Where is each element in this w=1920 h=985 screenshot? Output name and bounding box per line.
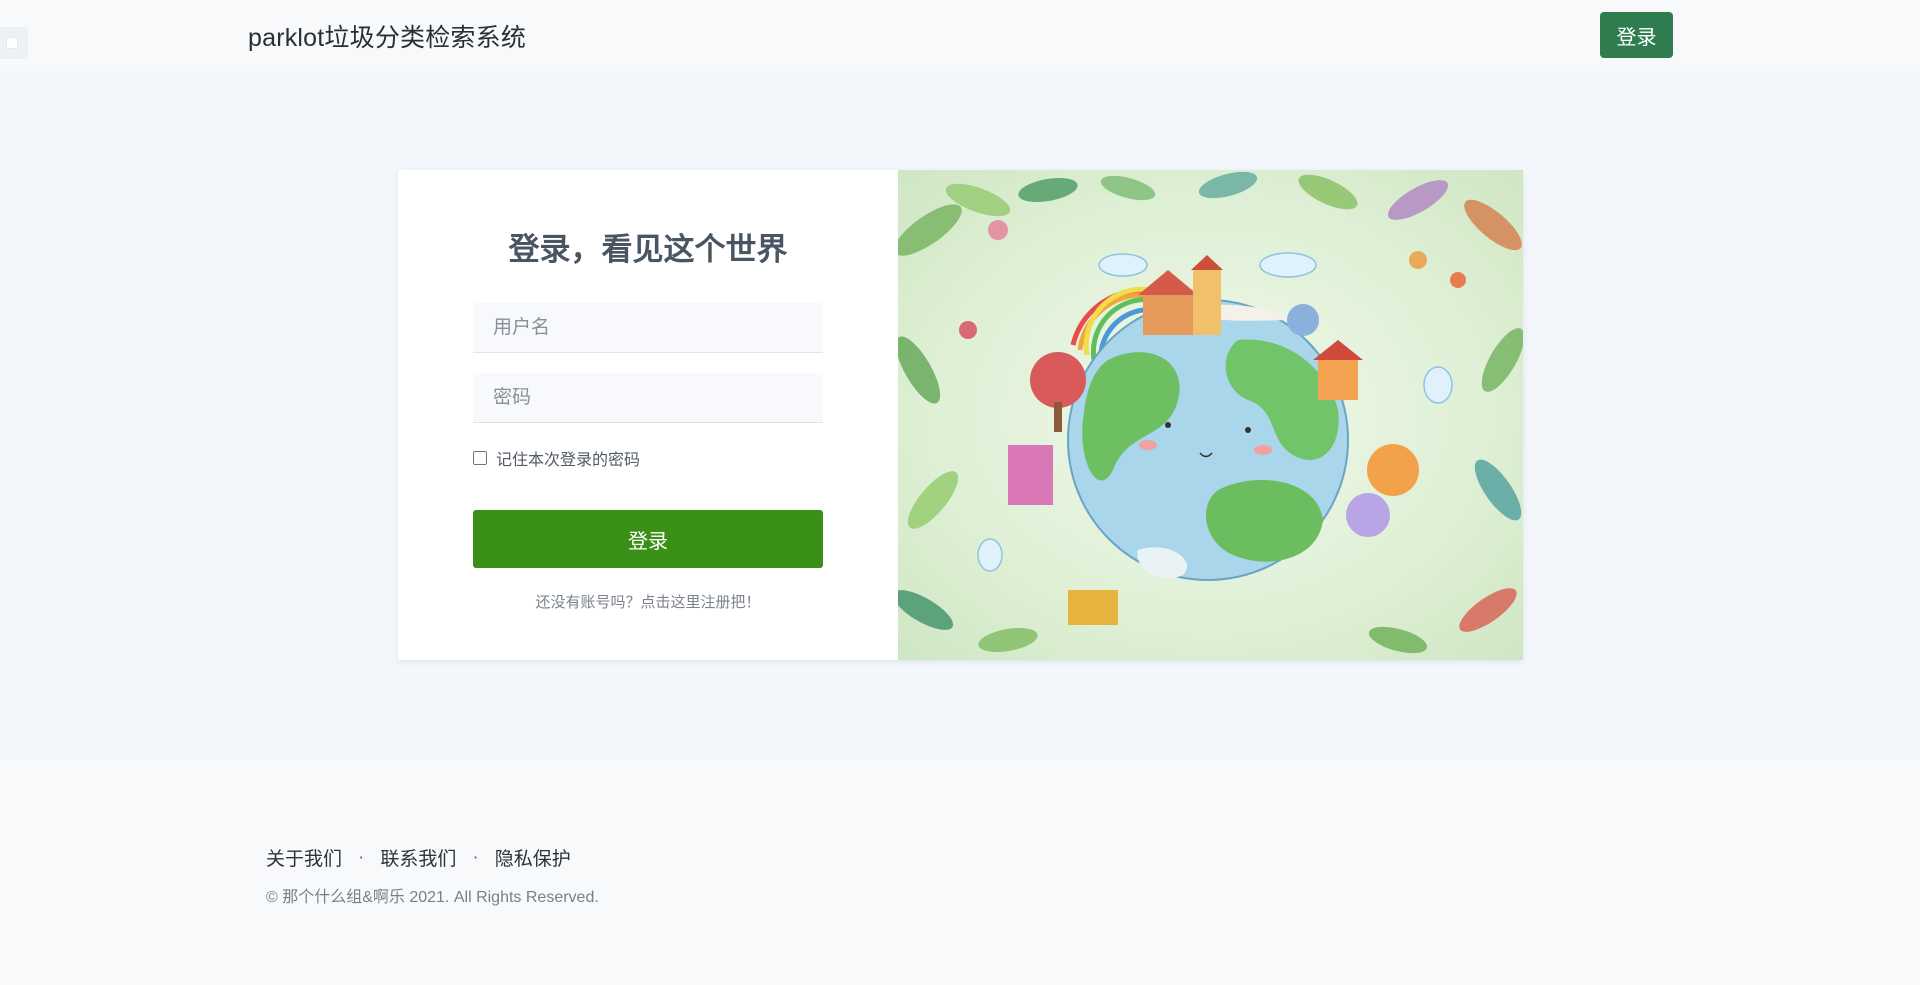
checkbox-icon[interactable] xyxy=(473,451,487,465)
sidebar-toggle[interactable] xyxy=(0,27,28,59)
footer: 关于我们 · 联系我们 · 隐私保护 © 那个什么组&啊乐 2021. All … xyxy=(0,760,1920,985)
remember-password[interactable]: 记住本次登录的密码 xyxy=(473,446,640,470)
footer-separator: · xyxy=(472,846,479,868)
earth-illustration xyxy=(898,170,1523,660)
square-icon xyxy=(6,37,18,49)
login-card: 登录，看见这个世界 记住本次登录的密码 登录 还没有账号吗？点击这里注册把！ xyxy=(398,170,1523,660)
remember-label: 记住本次登录的密码 xyxy=(496,452,641,469)
username-input[interactable] xyxy=(473,303,823,353)
password-input[interactable] xyxy=(473,373,823,423)
earth-illustration-art xyxy=(898,171,1523,654)
login-form: 登录，看见这个世界 记住本次登录的密码 登录 还没有账号吗？点击这里注册把！ xyxy=(398,170,898,660)
nav-login-button[interactable]: 登录 xyxy=(1600,12,1673,58)
footer-link-about[interactable]: 关于我们 xyxy=(266,844,342,871)
footer-link-contact[interactable]: 联系我们 xyxy=(380,844,456,871)
brand-title[interactable]: parklot垃圾分类检索系统 xyxy=(248,18,526,54)
copyright: © 那个什么组&啊乐 2021. All Rights Reserved. xyxy=(266,889,599,906)
footer-links: 关于我们 · 联系我们 · 隐私保护 xyxy=(266,844,571,871)
register-link[interactable]: 还没有账号吗？点击这里注册把！ xyxy=(398,591,898,612)
footer-separator: · xyxy=(358,846,365,868)
login-submit-button[interactable]: 登录 xyxy=(473,510,823,568)
footer-link-privacy[interactable]: 隐私保护 xyxy=(495,844,571,871)
navbar: parklot垃圾分类检索系统 登录 xyxy=(0,0,1920,71)
form-title: 登录，看见这个世界 xyxy=(508,232,788,267)
